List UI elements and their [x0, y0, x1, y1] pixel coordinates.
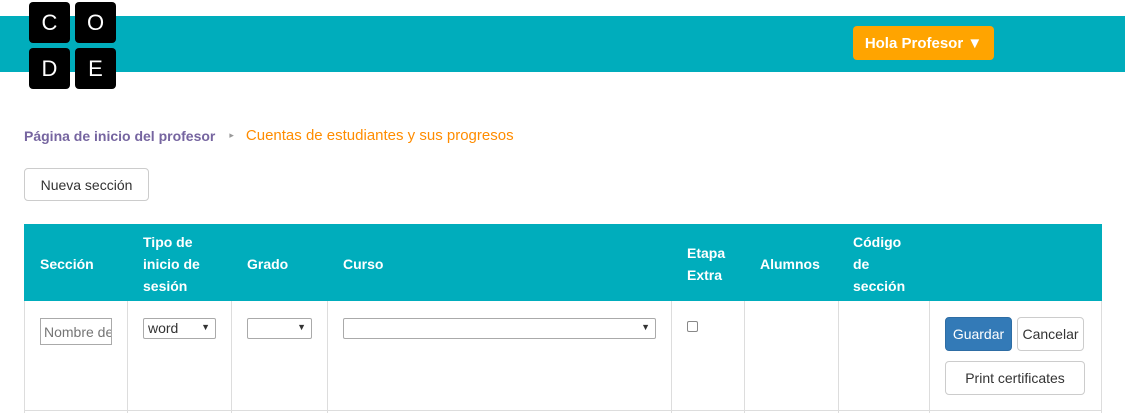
- column-divider: [744, 301, 745, 413]
- cancel-button[interactable]: Cancelar: [1017, 317, 1084, 351]
- course-select[interactable]: ▼: [343, 318, 656, 339]
- header-course: Curso: [343, 256, 384, 272]
- header-section: Sección: [40, 256, 94, 272]
- save-button[interactable]: Guardar: [945, 317, 1012, 351]
- row-divider: [24, 410, 1102, 411]
- login-type-value: word: [148, 320, 179, 336]
- grade-select[interactable]: ▼: [247, 318, 312, 339]
- breadcrumb: Página de inicio del profesor ▸ Cuentas …: [24, 127, 514, 144]
- new-section-button[interactable]: Nueva sección: [24, 168, 149, 201]
- header-login-type-line: Tipo de: [143, 234, 193, 250]
- section-name-input[interactable]: [40, 318, 112, 345]
- breadcrumb-home-link[interactable]: Página de inicio del profesor: [24, 128, 215, 144]
- header-extra-stage-line: Extra: [687, 267, 723, 283]
- user-menu-button[interactable]: Hola Profesor ▼: [853, 26, 994, 60]
- breadcrumb-separator-icon: ▸: [229, 130, 234, 140]
- column-divider: [838, 301, 839, 413]
- logo-letter-c: C: [29, 2, 70, 43]
- header-students: Alumnos: [760, 256, 820, 272]
- chevron-down-icon: ▼: [297, 322, 306, 332]
- column-divider: [127, 301, 128, 413]
- column-divider: [929, 301, 930, 413]
- breadcrumb-current: Cuentas de estudiantes y sus progresos: [245, 127, 514, 144]
- logo-letter-e: E: [75, 48, 116, 89]
- column-divider: [671, 301, 672, 413]
- header-grade: Grado: [247, 256, 289, 272]
- header-login-type-line: inicio de: [143, 256, 200, 272]
- header-section-code: Código de sección: [853, 231, 905, 297]
- extra-stage-checkbox[interactable]: [687, 321, 698, 332]
- header-extra-stage: Etapa Extra: [687, 242, 725, 286]
- header-login-type-line: sesión: [143, 278, 188, 294]
- code-logo[interactable]: C O D E: [29, 2, 117, 90]
- chevron-down-icon: ▼: [641, 322, 650, 332]
- header-extra-stage-line: Etapa: [687, 245, 726, 261]
- login-type-select[interactable]: word ▼: [143, 318, 216, 339]
- chevron-down-icon: ▼: [201, 322, 210, 332]
- header-login-type: Tipo de inicio de sesión: [143, 231, 200, 297]
- column-divider: [231, 301, 232, 413]
- logo-letter-d: D: [29, 48, 70, 89]
- header-section-code-line: sección: [853, 278, 906, 294]
- header-section-code-line: de: [853, 256, 870, 272]
- logo-letter-o: O: [75, 2, 116, 43]
- header-section-code-line: Código: [853, 234, 902, 250]
- column-divider: [327, 301, 328, 413]
- print-certificates-button[interactable]: Print certificates: [945, 361, 1085, 395]
